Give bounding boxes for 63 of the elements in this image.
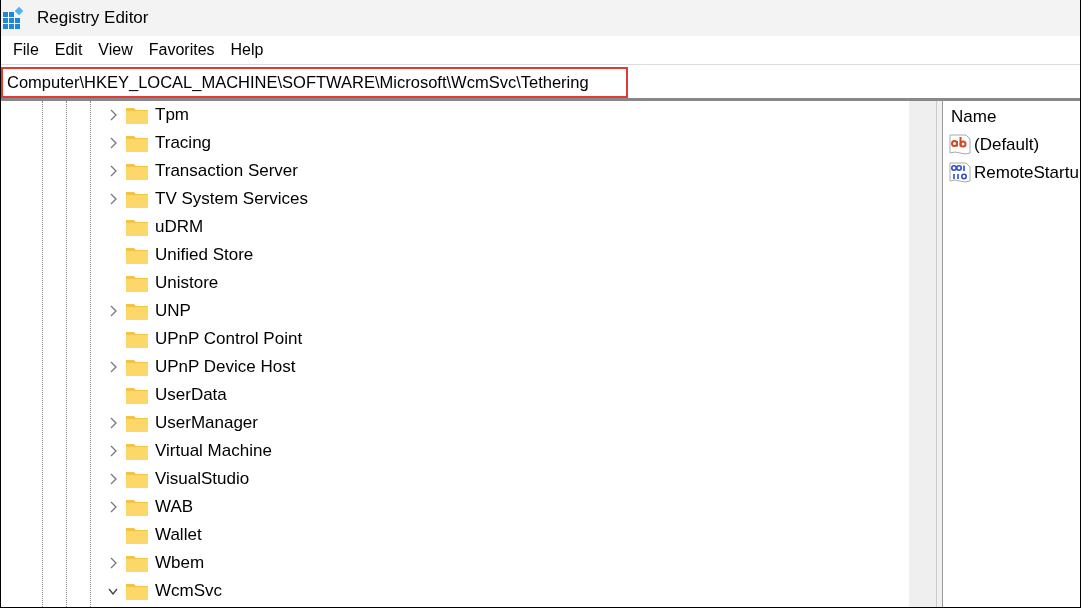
folder-icon — [126, 106, 148, 124]
chevron-right-icon[interactable] — [109, 137, 117, 149]
tree-item[interactable]: VisualStudio — [155, 469, 250, 489]
folder-icon — [126, 470, 148, 488]
tree-item[interactable]: uDRM — [155, 217, 204, 237]
folder-icon — [126, 582, 148, 600]
tree-item[interactable]: Unified Store — [155, 245, 254, 265]
value-name[interactable]: RemoteStartu — [974, 163, 1079, 183]
chevron-right-icon[interactable] — [109, 193, 117, 205]
menu-item[interactable]: File — [5, 41, 47, 59]
tree-item[interactable]: WAB — [155, 497, 194, 517]
folder-icon — [126, 442, 148, 460]
folder-icon — [126, 162, 148, 180]
tree-item[interactable]: UPnP Control Point — [155, 329, 303, 349]
menu-item[interactable]: Edit — [46, 41, 91, 59]
menu-item[interactable]: View — [90, 41, 141, 59]
tree-item[interactable]: UserData — [155, 385, 227, 405]
pane-splitter[interactable] — [936, 101, 943, 607]
folder-icon — [126, 274, 148, 292]
chevron-right-icon[interactable] — [109, 557, 117, 569]
folder-icon — [126, 526, 148, 544]
tree-item[interactable]: Wbem — [155, 553, 205, 573]
folder-icon — [126, 498, 148, 516]
folder-icon — [126, 302, 148, 320]
folder-icon — [126, 554, 148, 572]
tree-item[interactable]: UserManager — [155, 413, 258, 433]
chevron-right-icon[interactable] — [109, 501, 117, 513]
column-header[interactable]: Name — [949, 107, 1080, 131]
menu-item[interactable]: Help — [222, 41, 272, 59]
menu-item[interactable]: Favorites — [140, 41, 223, 59]
tree-item[interactable]: TV System Services — [155, 189, 309, 209]
folder-icon — [126, 414, 148, 432]
registry-app-icon — [3, 7, 25, 29]
folder-icon — [126, 330, 148, 348]
folder-icon — [126, 358, 148, 376]
folder-icon — [126, 218, 148, 236]
tree-item[interactable]: UNP — [155, 301, 191, 321]
chevron-right-icon[interactable] — [109, 109, 117, 121]
chevron-right-icon[interactable] — [109, 165, 117, 177]
chevron-right-icon[interactable] — [109, 417, 117, 429]
scrollbar-track[interactable] — [909, 101, 936, 607]
chevron-right-icon[interactable] — [109, 305, 117, 317]
tree-item[interactable]: Tpm — [155, 105, 189, 125]
folder-icon — [126, 134, 148, 152]
tree-item[interactable]: Wallet — [155, 525, 202, 545]
folder-icon — [126, 246, 148, 264]
binary-value-icon — [949, 162, 971, 184]
address-field[interactable]: Computer\HKEY_LOCAL_MACHINE\SOFTWARE\Microsoft\WcmSvc\Tethering — [1, 67, 628, 98]
folder-icon — [126, 386, 148, 404]
value-name[interactable]: (Default) — [974, 135, 1040, 155]
chevron-down-icon[interactable] — [108, 587, 118, 595]
chevron-right-icon[interactable] — [109, 473, 117, 485]
tree-item[interactable]: UPnP Device Host — [155, 357, 296, 377]
tree-item[interactable]: Virtual Machine — [155, 441, 272, 461]
chevron-right-icon[interactable] — [109, 445, 117, 457]
tree-item[interactable]: Transaction Server — [155, 161, 298, 181]
tree-item[interactable]: Tracing — [155, 133, 212, 153]
string-value-icon — [949, 134, 971, 156]
chevron-right-icon[interactable] — [109, 361, 117, 373]
tree-item[interactable]: WcmSvc — [155, 581, 223, 601]
window-title: Registry Editor — [37, 8, 149, 28]
tree-item[interactable]: Unistore — [155, 273, 219, 293]
folder-icon — [126, 190, 148, 208]
